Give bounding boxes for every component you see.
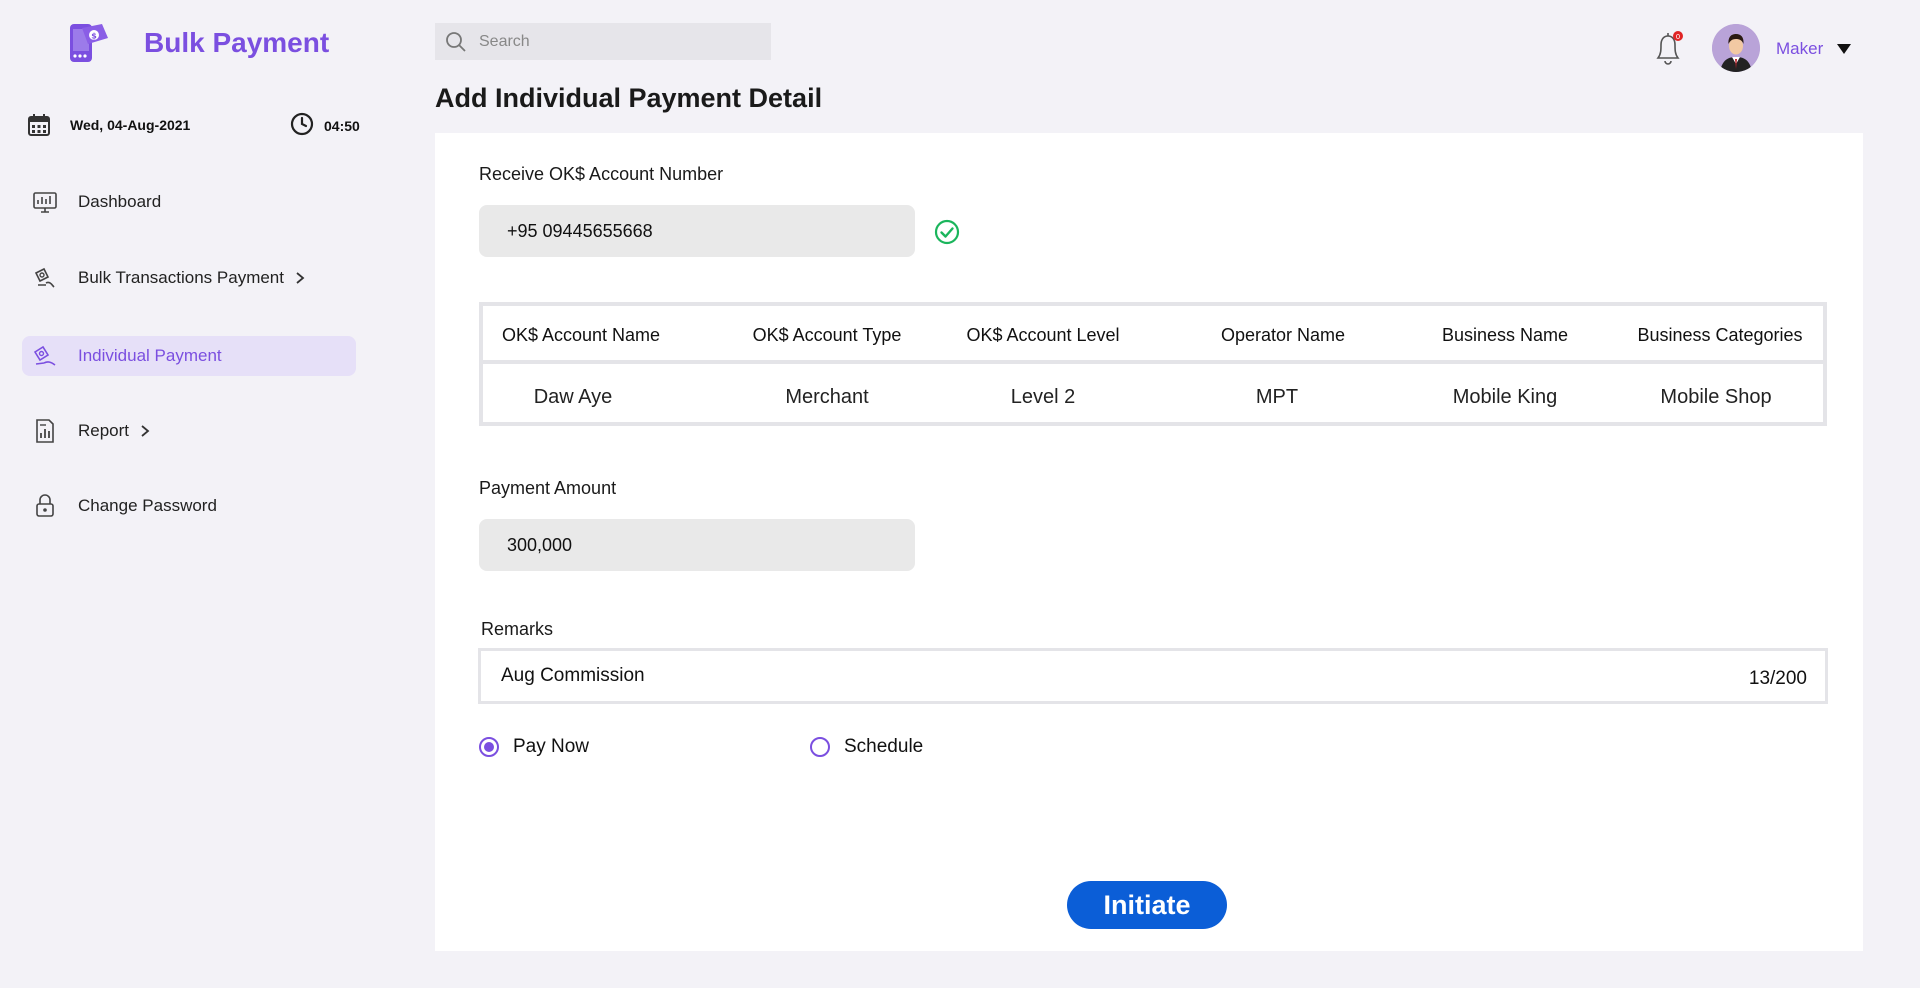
table-cell: Mobile King [1452,385,1558,408]
page-title: Add Individual Payment Detail [435,83,823,113]
svg-text:$: $ [91,32,97,41]
caret-down-icon[interactable] [1836,42,1852,56]
sidebar-item-label: Dashboard [78,192,162,211]
table-header-cell: Operator Name [1220,324,1346,345]
sidebar-item-bulk-transactions[interactable]: Bulk Transactions Payment [22,258,356,298]
datetime-bar: Wed, 04-Aug-2021 04:50 [28,112,368,138]
schedule-radio[interactable]: Schedule [810,736,923,758]
user-name[interactable]: Maker [1776,39,1823,59]
account-number-field[interactable]: +95 09445655668 [479,205,915,257]
wallet-phone-logo-icon: $ [70,24,108,62]
user-avatar-icon [1712,24,1760,72]
sidebar-item-change-password[interactable]: Change Password [22,486,356,526]
table-header-cell: OK$ Account Level [966,324,1120,345]
table-cell: Mobile Shop [1660,385,1772,408]
table-header-cell: OK$ Account Type [752,324,902,345]
chevron-right-icon [141,425,150,437]
sidebar-item-individual-payment[interactable]: Individual Payment [22,336,356,376]
table-cell: Level 2 [1010,385,1076,408]
account-number-value: +95 09445655668 [507,220,653,241]
table-cell: Merchant [785,385,869,408]
sidebar-item-label: Individual Payment [78,346,222,365]
lock-icon [36,494,54,517]
radio-selected-indicator [479,737,499,757]
bulk-transfer-icon [34,267,55,288]
search-input[interactable] [479,32,749,51]
sidebar-item-report[interactable]: Report [22,411,356,451]
initiate-button[interactable]: Initiate [1067,881,1227,929]
table-header-row: OK$ Account Name OK$ Account Type OK$ Ac… [483,306,1823,364]
sidebar-item-label: Change Password [78,496,217,515]
payment-form-card: Receive OK$ Account Number +95 094456556… [435,133,1863,951]
clock-icon [290,112,314,136]
current-date: Wed, 04-Aug-2021 [70,117,191,133]
sidebar-item-label: Report [78,421,130,440]
remarks-char-count: 13/200 [1748,668,1807,689]
avatar[interactable] [1712,24,1760,72]
brand-title: Bulk Payment [144,27,330,58]
search-icon [446,31,466,52]
search-bar[interactable] [435,23,771,60]
notification-count: 0 [1676,33,1680,41]
sidebar-item-label: Bulk Transactions Payment [78,268,284,287]
payment-amount-field[interactable]: 300,000 [479,519,915,571]
pay-now-radio[interactable]: Pay Now [479,736,589,758]
remarks-value: Aug Commission [501,665,645,686]
radio-unselected-indicator [810,737,830,757]
table-cell: MPT [1255,385,1299,408]
account-details-table: OK$ Account Name OK$ Account Type OK$ Ac… [479,302,1827,426]
chevron-right-icon [296,272,305,284]
sidebar: $ Bulk Payment Wed, 04-Aug-2021 04:50 Da… [0,0,380,988]
dashboard-icon [33,192,57,213]
pay-now-label: Pay Now [513,736,590,757]
individual-payment-icon [33,345,56,366]
payment-amount-label: Payment Amount [479,478,617,498]
table-header-cell: OK$ Account Name [501,324,661,345]
schedule-label: Schedule [844,736,924,757]
current-time: 04:50 [324,118,360,134]
table-header-cell: Business Name [1441,324,1569,345]
brand: $ Bulk Payment [66,20,329,66]
table-header-cell: Business Categories [1637,324,1803,345]
report-icon [36,419,54,443]
remarks-label: Remarks [481,619,554,639]
calendar-icon [28,114,50,136]
table-cell: Daw Aye [533,385,613,408]
verified-check-icon [934,219,960,245]
sidebar-item-dashboard[interactable]: Dashboard [22,182,356,222]
payment-amount-value: 300,000 [507,534,573,555]
table-row: Daw Aye Merchant Level 2 MPT Mobile King… [483,368,1823,426]
remarks-field[interactable]: Aug Commission 13/200 [478,648,1828,704]
account-number-label: Receive OK$ Account Number [479,164,724,184]
notification-bell-icon[interactable]: 0 [1652,28,1686,68]
